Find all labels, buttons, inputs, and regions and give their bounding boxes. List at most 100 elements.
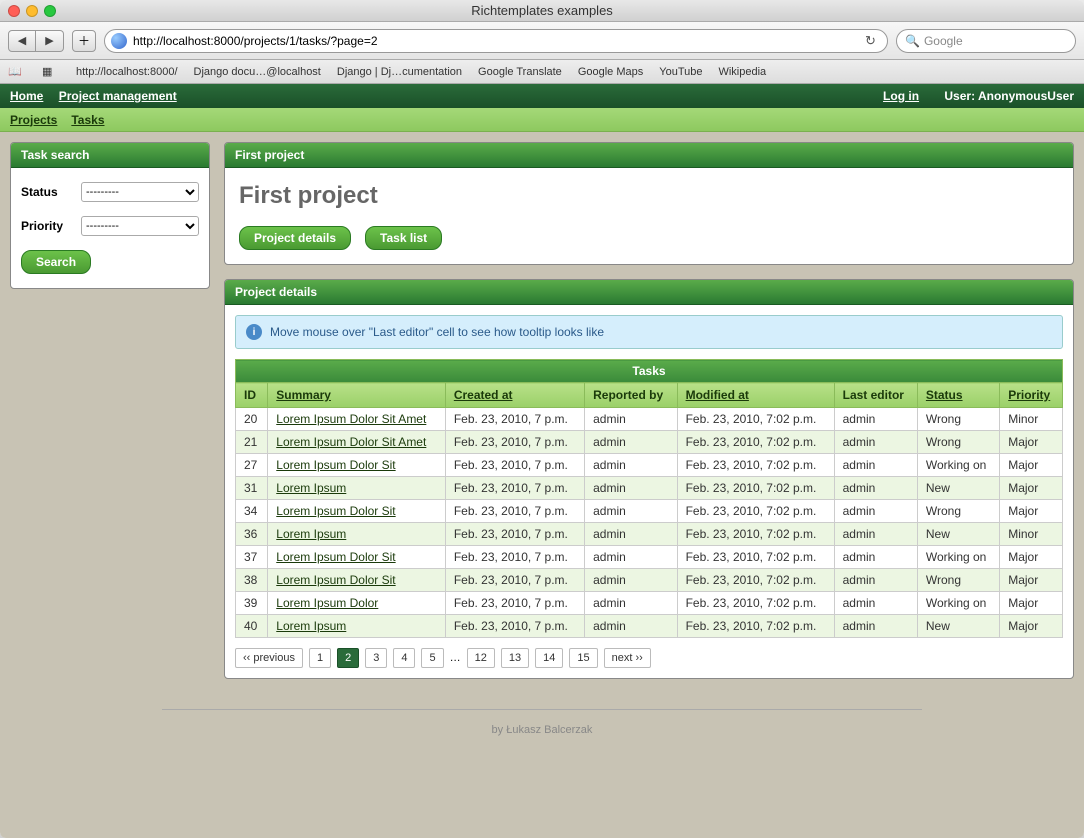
cell-id: 39	[236, 592, 268, 615]
pagination-dots: …	[450, 652, 461, 664]
project-details-button[interactable]: Project details	[239, 226, 351, 250]
task-link[interactable]: Lorem Ipsum Dolor Sit Amet	[276, 435, 426, 449]
page-link[interactable]: ‹‹ previous	[235, 648, 303, 668]
cell-created: Feb. 23, 2010, 7 p.m.	[445, 615, 584, 638]
cell-editor: admin	[834, 454, 917, 477]
url-bar[interactable]: http://localhost:8000/projects/1/tasks/?…	[104, 29, 888, 53]
cell-priority: Minor	[1000, 523, 1063, 546]
cell-priority: Minor	[1000, 408, 1063, 431]
cell-status: Wrong	[917, 431, 999, 454]
cell-created: Feb. 23, 2010, 7 p.m.	[445, 500, 584, 523]
cell-editor: admin	[834, 431, 917, 454]
bookmark-item[interactable]: Django docu…@localhost	[194, 66, 321, 78]
task-link[interactable]: Lorem Ipsum Dolor Sit	[276, 550, 395, 564]
login-link[interactable]: Log in	[883, 89, 919, 103]
topsites-icon[interactable]: ▦	[42, 65, 60, 79]
col-summary[interactable]: Summary	[276, 388, 331, 402]
task-list-button[interactable]: Task list	[365, 226, 442, 250]
cell-editor: admin	[834, 500, 917, 523]
project-details-panel: Project details i Move mouse over "Last …	[224, 279, 1074, 679]
cell-status: Wrong	[917, 408, 999, 431]
details-panel-title: Project details	[225, 280, 1073, 305]
cell-created: Feb. 23, 2010, 7 p.m.	[445, 477, 584, 500]
col-priority[interactable]: Priority	[1008, 388, 1050, 402]
subnav-tasks[interactable]: Tasks	[71, 113, 104, 127]
task-link[interactable]: Lorem Ipsum	[276, 527, 346, 541]
nav-home[interactable]: Home	[10, 89, 43, 103]
footer: by Łukasz Balcerzak	[0, 689, 1084, 756]
cell-modified: Feb. 23, 2010, 7:02 p.m.	[677, 569, 834, 592]
reload-icon[interactable]: ↻	[865, 33, 881, 49]
cell-modified: Feb. 23, 2010, 7:02 p.m.	[677, 523, 834, 546]
cell-reported: admin	[585, 500, 677, 523]
col-modified[interactable]: Modified at	[686, 388, 749, 402]
window-title: Richtemplates examples	[0, 3, 1084, 18]
project-panel-title: First project	[225, 143, 1073, 168]
bookmark-item[interactable]: Wikipedia	[718, 66, 766, 78]
page-link[interactable]: 14	[535, 648, 563, 668]
top-nav: Home Project management Log in User: Ano…	[0, 84, 1084, 108]
task-search-panel: Task search Status --------- Priority --…	[10, 142, 210, 289]
cell-id: 40	[236, 615, 268, 638]
cell-status: Working on	[917, 592, 999, 615]
bookmark-item[interactable]: Google Maps	[578, 66, 643, 78]
info-message: i Move mouse over "Last editor" cell to …	[235, 315, 1063, 349]
cell-priority: Major	[1000, 500, 1063, 523]
cell-id: 20	[236, 408, 268, 431]
task-link[interactable]: Lorem Ipsum Dolor Sit	[276, 573, 395, 587]
search-bar[interactable]: 🔍 Google	[896, 29, 1076, 53]
table-row: 27Lorem Ipsum Dolor SitFeb. 23, 2010, 7 …	[236, 454, 1063, 477]
subnav-projects[interactable]: Projects	[10, 113, 57, 127]
task-link[interactable]: Lorem Ipsum	[276, 481, 346, 495]
footer-text: by Łukasz Balcerzak	[492, 724, 593, 736]
col-status[interactable]: Status	[926, 388, 963, 402]
cell-status: Working on	[917, 454, 999, 477]
project-panel: First project First project Project deta…	[224, 142, 1074, 265]
page-link[interactable]: 5	[421, 648, 443, 668]
tasks-table: Tasks ID Summary Created at Reported by …	[235, 359, 1063, 638]
cell-modified: Feb. 23, 2010, 7:02 p.m.	[677, 408, 834, 431]
task-link[interactable]: Lorem Ipsum Dolor Sit	[276, 504, 395, 518]
reading-list-icon[interactable]: 📖	[8, 65, 26, 79]
task-link[interactable]: Lorem Ipsum Dolor Sit	[276, 458, 395, 472]
pagination: ‹‹ previous12345…12131415next ››	[225, 638, 1073, 678]
cell-reported: admin	[585, 523, 677, 546]
task-link[interactable]: Lorem Ipsum Dolor Sit Amet	[276, 412, 426, 426]
window-titlebar: Richtemplates examples	[0, 0, 1084, 22]
bookmark-item[interactable]: Django | Dj…cumentation	[337, 66, 462, 78]
cell-created: Feb. 23, 2010, 7 p.m.	[445, 523, 584, 546]
cell-reported: admin	[585, 569, 677, 592]
priority-select[interactable]: ---------	[81, 216, 199, 236]
cell-created: Feb. 23, 2010, 7 p.m.	[445, 546, 584, 569]
page-link[interactable]: 1	[309, 648, 331, 668]
cell-reported: admin	[585, 408, 677, 431]
cell-editor: admin	[834, 408, 917, 431]
page-link[interactable]: 15	[569, 648, 597, 668]
col-created[interactable]: Created at	[454, 388, 513, 402]
page-link[interactable]: 3	[365, 648, 387, 668]
cell-modified: Feb. 23, 2010, 7:02 p.m.	[677, 454, 834, 477]
cell-created: Feb. 23, 2010, 7 p.m.	[445, 431, 584, 454]
page-link[interactable]: 4	[393, 648, 415, 668]
search-button[interactable]: Search	[21, 250, 91, 274]
cell-priority: Major	[1000, 477, 1063, 500]
forward-button[interactable]: ▶	[36, 30, 64, 52]
status-select[interactable]: ---------	[81, 182, 199, 202]
bookmark-item[interactable]: Google Translate	[478, 66, 562, 78]
task-link[interactable]: Lorem Ipsum Dolor	[276, 596, 378, 610]
cell-status: New	[917, 523, 999, 546]
cell-id: 21	[236, 431, 268, 454]
nav-project-management[interactable]: Project management	[59, 89, 177, 103]
bookmark-item[interactable]: http://localhost:8000/	[76, 66, 178, 78]
page-link[interactable]: next ››	[604, 648, 651, 668]
page-link[interactable]: 13	[501, 648, 529, 668]
bookmark-item[interactable]: YouTube	[659, 66, 702, 78]
cell-editor: admin	[834, 615, 917, 638]
back-button[interactable]: ◀	[8, 30, 36, 52]
cell-reported: admin	[585, 454, 677, 477]
task-link[interactable]: Lorem Ipsum	[276, 619, 346, 633]
add-bookmark-button[interactable]: ＋	[72, 30, 96, 52]
cell-priority: Major	[1000, 569, 1063, 592]
col-editor: Last editor	[834, 383, 917, 408]
page-link[interactable]: 12	[467, 648, 495, 668]
